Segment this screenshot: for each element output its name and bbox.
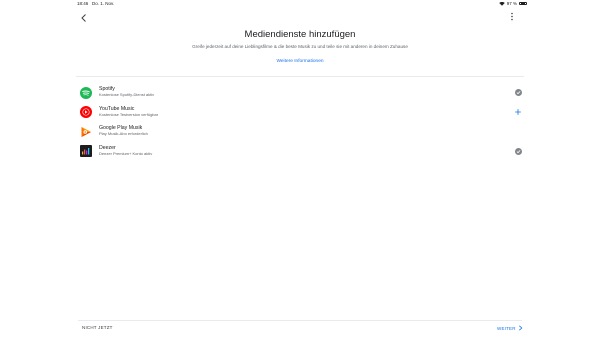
- service-status: Play Musik-Abo erforderlich: [99, 131, 148, 137]
- service-item-deezer[interactable]: Deezer Deezer Premium+ Konto aktiv: [78, 142, 522, 162]
- chevron-right-icon: [518, 325, 523, 331]
- service-status: Kostenlose Testversion verfügbar: [99, 111, 159, 117]
- service-item-youtube-music[interactable]: YouTube Music Kostenlose Testversion ver…: [78, 103, 522, 123]
- status-right: 97 %: [498, 1, 527, 6]
- footer-divider: [78, 320, 522, 321]
- service-item-google-play-music[interactable]: Google Play Musik Play Musik-Abo erforde…: [78, 122, 522, 142]
- checkmark-icon[interactable]: [514, 89, 522, 97]
- not-now-button[interactable]: NICHT JETZT: [82, 325, 113, 330]
- service-item-spotify[interactable]: Spotify Kostenlose Spotify-Dienst aktiv: [78, 83, 522, 103]
- back-button[interactable]: [79, 10, 89, 22]
- media-services-screen: 18:46 Do. 1. Nov. 97 % Mediendienste hin…: [0, 0, 600, 337]
- battery-percent: 97 %: [506, 1, 517, 6]
- page-subtitle: Greife jederzeit auf deine Lieblingsfilm…: [192, 44, 408, 49]
- checkmark-icon[interactable]: [514, 147, 522, 155]
- more-vert-icon: [511, 12, 513, 21]
- more-options-button[interactable]: [508, 10, 516, 22]
- service-status: Deezer Premium+ Konto aktiv: [99, 150, 153, 156]
- service-status: Kostenlose Spotify-Dienst aktiv: [99, 92, 155, 98]
- next-button[interactable]: WEITER: [497, 325, 523, 331]
- chevron-left-icon: [81, 14, 86, 22]
- wifi-icon: [498, 1, 505, 6]
- divider: [76, 76, 524, 77]
- status-date: Do. 1. Nov.: [92, 1, 115, 6]
- google-play-music-logo: [79, 125, 93, 139]
- add-icon[interactable]: [514, 108, 522, 116]
- service-list: Spotify Kostenlose Spotify-Dienst aktiv: [78, 83, 522, 161]
- page-title: Mediendienste hinzufügen: [244, 29, 356, 40]
- more-info-link[interactable]: Weitere Informationen: [0, 59, 600, 64]
- battery-icon: [519, 1, 527, 6]
- spotify-logo: [79, 86, 93, 100]
- youtube-music-logo: [79, 105, 93, 119]
- status-time: 18:46: [77, 1, 89, 6]
- deezer-logo: [79, 144, 93, 158]
- status-bar: 18:46 Do. 1. Nov. 97 %: [0, 0, 600, 8]
- next-button-label: WEITER: [497, 325, 516, 331]
